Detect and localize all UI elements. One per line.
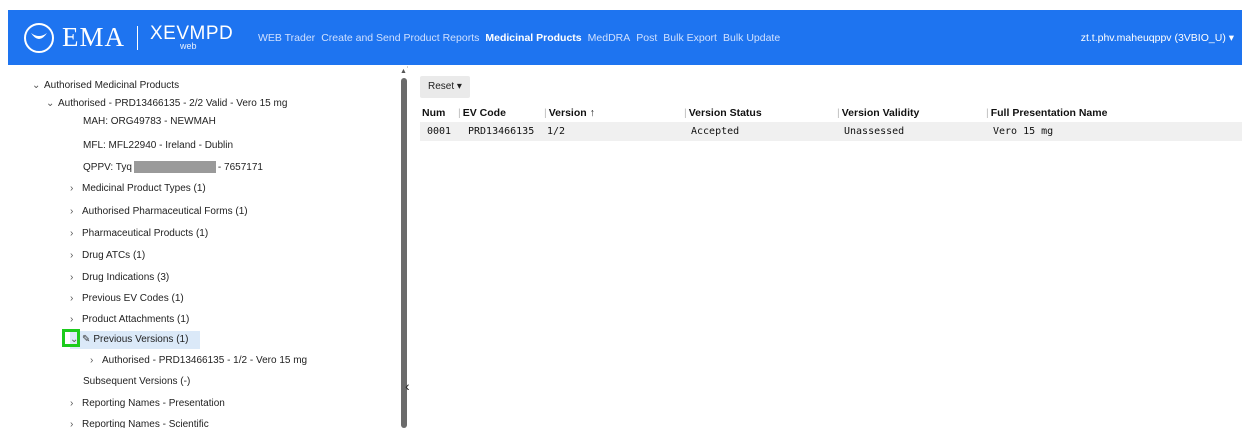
chevron-right-icon[interactable]: › — [70, 225, 82, 243]
qppv-number: - 7657171 — [217, 162, 263, 173]
tree-item[interactable]: › Medicinal Product Types (1) — [70, 180, 206, 198]
logo-text: EMA — [62, 22, 125, 52]
column-header-version-status[interactable]: | Version Status — [684, 107, 762, 119]
qppv-label: QPPV: Tyq — [83, 162, 132, 173]
table-row[interactable] — [420, 122, 1242, 141]
tree-item[interactable]: › Previous EV Codes (1) — [70, 290, 184, 308]
cell-full-presentation-name: Vero 15 mg — [993, 126, 1054, 137]
app-name: XEVMPD web — [150, 24, 233, 51]
chevron-right-icon[interactable]: › — [70, 247, 82, 265]
column-header-version-validity[interactable]: | Version Validity — [837, 107, 919, 119]
nav-meddra[interactable]: MedDRA — [588, 32, 631, 44]
redacted-block — [133, 161, 216, 174]
chevron-right-icon[interactable]: › — [70, 180, 82, 198]
chevron-right-icon[interactable]: › — [70, 395, 82, 413]
chevron-right-icon[interactable]: › — [70, 311, 82, 329]
tree-item[interactable]: › Authorised Pharmaceutical Forms (1) — [70, 203, 248, 221]
tree-item[interactable]: › Pharmaceutical Products (1) — [70, 225, 208, 243]
app-name-sub: web — [180, 41, 197, 51]
nav-bulk-update[interactable]: Bulk Update — [723, 32, 780, 44]
nav-medicinal-products[interactable]: Medicinal Products — [485, 32, 581, 44]
column-header-label: EV Code — [462, 107, 506, 119]
column-header-num[interactable]: Num — [422, 107, 445, 119]
tree-item[interactable]: › Drug ATCs (1) — [70, 247, 145, 265]
cell-version-status: Accepted — [691, 126, 740, 137]
column-divider: | — [986, 107, 989, 119]
tree-item-label: Drug ATCs (1) — [82, 250, 146, 261]
tree-item-label: Pharmaceutical Products (1) — [82, 228, 209, 239]
column-header-version[interactable]: | Version ↑ — [544, 107, 595, 119]
tree-previous-child[interactable]: › Authorised - PRD13466135 - 1/2 - Vero 1… — [90, 352, 307, 370]
ema-logo[interactable]: EMA XEVMPD web — [24, 22, 233, 53]
collapse-pane-icon[interactable]: ‹ — [405, 378, 410, 394]
tree-item-label: Medicinal Product Types (1) — [82, 183, 206, 194]
tree-item[interactable]: › Product Attachments (1) — [70, 311, 189, 329]
tree-mah[interactable]: MAH: ORG49783 - NEWMAH — [83, 113, 216, 131]
scroll-thumb[interactable] — [401, 78, 407, 428]
top-header: EMA XEVMPD web WEB Trader Create and Sen… — [8, 10, 1242, 65]
tree-item-label: Product Attachments (1) — [82, 314, 190, 325]
column-header-label: Version Status — [688, 107, 762, 119]
logo-divider — [137, 25, 138, 50]
ema-emblem-icon — [24, 22, 54, 53]
column-header-label: Version ↑ — [548, 107, 595, 119]
column-divider: | — [458, 107, 461, 119]
tree-qppv[interactable]: QPPV: Tyq - 7657171 — [83, 159, 263, 177]
cell-version: 1/2 — [547, 126, 566, 137]
tree-item-label: Reporting Names - Scientific — [82, 419, 209, 428]
column-divider: | — [837, 107, 840, 119]
chevron-right-icon[interactable]: › — [90, 352, 102, 370]
tree-previous-versions[interactable]: ⌄ ✎ Previous Versions (1) — [70, 331, 201, 349]
chevron-right-icon[interactable]: › — [70, 290, 82, 308]
tree-item[interactable]: › Reporting Names - Scientific — [70, 416, 209, 428]
tree-item-label: Drug Indications (3) — [82, 272, 170, 283]
tree-item-label: Previous EV Codes (1) — [82, 293, 184, 304]
tree-scrollbar[interactable]: ▲ — [400, 68, 408, 428]
tree-item-label: Authorised Pharmaceutical Forms (1) — [82, 206, 248, 217]
column-header-full-presentation-name[interactable]: | Full Presentation Name — [986, 107, 1107, 119]
chevron-right-icon[interactable]: › — [70, 269, 82, 287]
column-divider: | — [684, 107, 687, 119]
tree-item-label: Reporting Names - Presentation — [82, 398, 225, 409]
chevron-down-icon[interactable]: ⌄ — [32, 77, 44, 95]
reset-button[interactable]: Reset ▾ — [420, 76, 470, 98]
column-divider: | — [544, 107, 547, 119]
cell-ev-code: PRD13466135 — [468, 126, 535, 137]
chevron-right-icon[interactable]: › — [70, 203, 82, 221]
tree-product-label: Authorised - PRD13466135 - 2/2 Valid - V… — [58, 98, 288, 109]
nav-create-send-reports[interactable]: Create and Send Product Reports — [321, 32, 479, 44]
application-window: EMA XEVMPD web WEB Trader Create and Sen… — [0, 0, 1242, 428]
tree-subsequent[interactable]: Subsequent Versions (-) — [83, 373, 190, 391]
nav-web-trader[interactable]: WEB Trader — [258, 32, 315, 44]
column-header-ev-code[interactable]: | EV Code — [458, 107, 506, 119]
main-nav: WEB Trader Create and Send Product Repor… — [258, 32, 786, 44]
tree-root[interactable]: ⌄ Authorised Medicinal Products — [32, 77, 179, 95]
pencil-icon: ✎ — [82, 334, 91, 345]
nav-post[interactable]: Post — [636, 32, 657, 44]
chevron-right-icon[interactable]: › — [70, 416, 82, 428]
tree-item[interactable]: › Drug Indications (3) — [70, 269, 169, 287]
tree-item-label: Authorised - PRD13466135 - 1/2 - Vero 15… — [102, 355, 308, 366]
product-tree-pane: ⌄ Authorised Medicinal Products ⌄ Authoris… — [8, 66, 408, 428]
cell-version-validity: Unassessed — [844, 126, 905, 137]
scroll-up-icon[interactable]: ▲ — [400, 68, 407, 75]
column-header-label: Version Validity — [841, 107, 920, 119]
highlight-box — [62, 329, 80, 347]
tree-item[interactable]: › Reporting Names - Presentation — [70, 395, 225, 413]
tree-item-label: Previous Versions (1) — [93, 334, 189, 345]
nav-bulk-export[interactable]: Bulk Export — [663, 32, 717, 44]
tree-mfl[interactable]: MFL: MFL22940 - Ireland - Dublin — [83, 137, 233, 155]
chevron-down-icon[interactable]: ⌄ — [46, 95, 58, 113]
tree-product[interactable]: ⌄ Authorised - PRD13466135 - 2/2 Valid - … — [46, 95, 287, 113]
column-header-label: Full Presentation Name — [990, 107, 1108, 119]
cell-num: 0001 — [427, 126, 452, 137]
column-header-label: Num — [422, 107, 446, 119]
user-menu[interactable]: zt.t.phv.maheuqppv (3VBIO_U) ▾ — [1081, 32, 1234, 44]
versions-grid-pane: Reset ▾ Num | EV Code | Version ↑ | Version… — [410, 66, 1242, 428]
tree-root-label: Authorised Medicinal Products — [44, 80, 180, 91]
